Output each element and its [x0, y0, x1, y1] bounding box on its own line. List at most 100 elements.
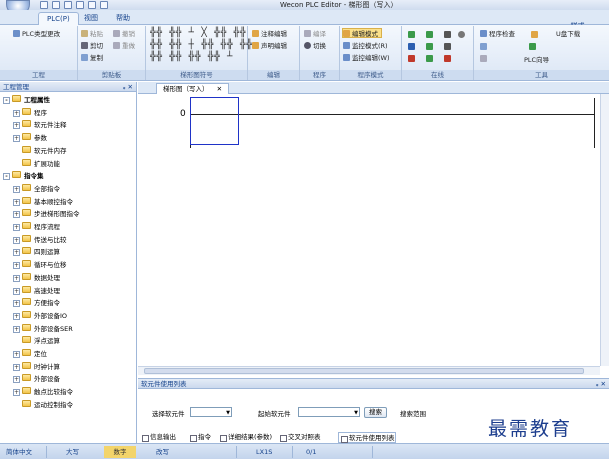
select-device-combo[interactable]: ▼ — [190, 407, 232, 417]
pin-close-icon[interactable]: ᵩ ✕ — [596, 379, 606, 389]
tab-help[interactable]: 帮助 — [108, 12, 138, 25]
ladder-symbols-row-1[interactable]: ╬╬ ╬╬ ┴ ╳ ╬╬ ╬╬ — [150, 28, 246, 38]
tree-item[interactable]: + 外部设备IO — [13, 310, 67, 322]
comment-edit-button[interactable]: 注释编辑 — [252, 29, 287, 39]
start-device-combo[interactable]: ▼ — [298, 407, 360, 417]
tree-item[interactable]: + 基本顺控指令 — [13, 196, 73, 208]
expand-icon[interactable]: + — [13, 287, 20, 295]
open-file-icon[interactable] — [52, 1, 60, 9]
tab-ladder-diagram[interactable]: 梯形图（写入） ✕ — [156, 83, 230, 94]
print-icon[interactable] — [76, 1, 84, 9]
bottom-tab[interactable]: 交叉对照表 — [278, 432, 321, 443]
tree-item[interactable]: + 软元件注释 — [13, 120, 67, 131]
expand-icon[interactable]: + — [13, 224, 20, 231]
tree-item[interactable]: + 参数 — [13, 133, 47, 144]
collapse-icon[interactable]: - — [3, 97, 10, 104]
expand-icon[interactable]: + — [13, 249, 20, 257]
tree-item[interactable]: + 步进梯形图指令 — [13, 209, 80, 220]
expand-icon[interactable]: + — [13, 363, 20, 371]
expand-icon[interactable]: + — [13, 312, 20, 320]
tool-icon[interactable] — [531, 31, 538, 38]
tree-item[interactable]: + 程序 — [13, 107, 47, 119]
program-check-button[interactable]: 程序检查 — [480, 29, 515, 39]
paste-button[interactable]: 粘贴 — [81, 29, 103, 39]
tree-item[interactable]: + 外部设备 — [13, 374, 60, 385]
tree-item[interactable]: 扩展功能 — [13, 158, 60, 170]
expand-icon[interactable]: + — [13, 122, 20, 130]
tree-item[interactable]: + 方便指令 — [13, 298, 60, 309]
expand-icon[interactable]: + — [13, 135, 20, 143]
expand-icon[interactable]: + — [13, 389, 20, 397]
tree-item[interactable]: + 数据处理 — [13, 272, 60, 284]
tree-item[interactable]: 浮点运算 — [13, 336, 60, 347]
search-button[interactable]: 搜索 — [364, 407, 387, 418]
tab-plc[interactable]: PLC(P) — [38, 12, 79, 25]
expand-icon[interactable]: + — [13, 274, 20, 282]
undo-icon[interactable] — [88, 1, 96, 9]
expand-icon[interactable]: + — [13, 185, 20, 193]
tab-view[interactable]: 视图 — [76, 12, 106, 25]
undo-button[interactable]: 撤销 — [113, 29, 135, 39]
tree-item[interactable]: + 高速处理 — [13, 285, 60, 297]
u-download-button[interactable]: U盘下载 — [556, 29, 580, 39]
tree-item[interactable]: + 全部指令 — [13, 183, 60, 195]
bottom-tab[interactable]: 软元件使用列表 — [338, 432, 396, 443]
expand-icon[interactable]: + — [13, 262, 20, 270]
tree-item[interactable]: + 外部设备SER — [13, 323, 73, 335]
tree-item[interactable]: + 时钟计算 — [13, 361, 60, 373]
ladder-symbols-row-2[interactable]: ╬╬ ╬╬ ┼ ╬╬ ╬╬ ╬╬ — [150, 40, 253, 50]
expand-icon[interactable]: + — [13, 198, 20, 206]
save-icon[interactable] — [64, 1, 72, 9]
expand-icon[interactable]: + — [13, 300, 20, 308]
write-plc-icon[interactable] — [426, 31, 433, 38]
monitor-mode-button[interactable]: 监控模式(R) — [343, 41, 388, 51]
bottom-tab[interactable]: 详细结果(参数) — [218, 432, 272, 443]
tree-item[interactable]: - 指令集 — [3, 171, 44, 182]
redo-icon[interactable] — [100, 1, 108, 9]
download-icon[interactable] — [408, 55, 415, 62]
edit-mode-button[interactable]: 编辑模式 — [342, 28, 382, 38]
close-icon[interactable]: ✕ — [217, 85, 222, 93]
verify-icon[interactable] — [444, 31, 451, 38]
expand-icon[interactable]: + — [13, 376, 20, 384]
cursor-cell[interactable] — [190, 97, 239, 145]
tree-item[interactable]: 软元件内存 — [13, 145, 67, 157]
expand-icon[interactable]: + — [13, 211, 20, 219]
horizontal-scrollbar[interactable] — [138, 366, 600, 375]
cut-button[interactable]: 剪切 — [81, 41, 103, 51]
monitor-edit-button[interactable]: 监控编辑(W) — [343, 53, 390, 63]
wizard-icon[interactable] — [529, 43, 536, 50]
tree-item[interactable]: + 定位 — [13, 349, 47, 360]
read-plc-icon[interactable] — [408, 31, 415, 38]
horizontal-scroll-thumb[interactable] — [144, 368, 584, 374]
tree-item[interactable]: + 程序流程 — [13, 222, 60, 233]
compile-button[interactable]: 编译 — [304, 29, 326, 39]
switch-button[interactable]: 切换 — [304, 41, 326, 51]
tree-item[interactable]: 运动控制指令 — [13, 399, 73, 411]
expand-icon[interactable]: + — [13, 236, 20, 244]
tree-item[interactable]: - 工程属性 — [3, 95, 50, 106]
vertical-scrollbar[interactable] — [600, 94, 609, 366]
pin-close-icon[interactable]: ᵩ ✕ — [123, 82, 133, 92]
tree-item[interactable]: + 触点比较指令 — [13, 387, 73, 398]
tree-item[interactable]: + 传送与比较 — [13, 234, 67, 246]
upload-icon[interactable] — [408, 43, 415, 50]
ladder-editor[interactable]: 0 — [138, 94, 600, 366]
plc-wizard-button[interactable]: PLC向导 — [524, 55, 549, 65]
online-monitor-icon[interactable] — [426, 43, 433, 50]
expand-icon[interactable]: + — [13, 325, 20, 333]
redo-button[interactable]: 重做 — [113, 41, 135, 51]
tool-icon-2[interactable] — [480, 43, 487, 50]
link-icon[interactable] — [444, 43, 451, 50]
bottom-tab[interactable]: 指令 — [188, 432, 211, 443]
statement-edit-button[interactable]: 声明编辑 — [252, 41, 287, 51]
expand-icon[interactable]: + — [13, 109, 20, 117]
expand-icon[interactable]: + — [13, 351, 20, 358]
collapse-icon[interactable]: - — [3, 173, 10, 181]
run-icon[interactable] — [426, 55, 433, 62]
stop-icon[interactable] — [444, 55, 451, 62]
plc-type-change-button[interactable]: PLC类型更改 — [13, 29, 60, 39]
tree-item[interactable]: + 循环与位移 — [13, 260, 67, 271]
settings-icon[interactable] — [458, 31, 465, 38]
tool-icon-3[interactable] — [480, 55, 487, 62]
